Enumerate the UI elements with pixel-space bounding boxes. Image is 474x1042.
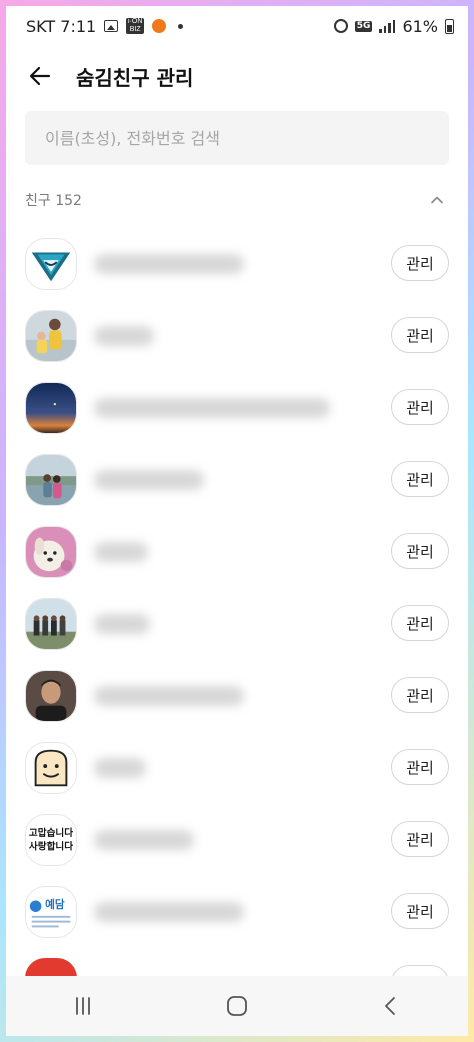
nav-back-icon (385, 997, 395, 1015)
friend-row[interactable]: 관리 (6, 228, 468, 300)
friend-avatar (25, 382, 77, 434)
friend-name-blurred (94, 326, 154, 346)
network-badge: 5G (354, 20, 373, 32)
orange-app-icon (152, 19, 167, 33)
home-icon (227, 996, 247, 1016)
store-logo-avatar: 예담 (26, 887, 76, 937)
friend-row[interactable]: 관리 (6, 732, 468, 804)
back-button[interactable] (10, 46, 70, 106)
notification-dot-icon (178, 23, 184, 29)
battery-icon (445, 18, 454, 34)
family-photo-avatar (26, 311, 76, 361)
triangle-logo-avatar (26, 239, 76, 289)
manage-button[interactable]: 관리 (391, 821, 449, 857)
friend-row[interactable]: 관리 (6, 588, 468, 660)
status-left: SKT 7:11 i·ON BIZ (26, 16, 184, 36)
friends-count-label: 친구 152 (25, 193, 82, 209)
manage-button[interactable]: 관리 (391, 893, 449, 929)
man-portrait-avatar (26, 671, 76, 721)
screen: SKT 7:11 i·ONBIZ 5G 61% 숨김친구 관리 친구 152 (6, 6, 468, 1036)
manage-button[interactable]: 관리 (391, 677, 449, 713)
friend-name-blurred (94, 398, 330, 418)
friend-name-blurred (94, 542, 148, 562)
friend-avatar (25, 742, 77, 794)
home-button[interactable] (207, 981, 267, 1031)
header: 숨김친구 관리 (6, 46, 468, 106)
friend-row[interactable]: 관리 (6, 300, 468, 372)
manage-button[interactable]: 관리 (391, 749, 449, 785)
friend-row[interactable]: 관리 (6, 660, 468, 732)
nav-back-button[interactable] (361, 981, 421, 1031)
friend-name-blurred (94, 758, 146, 778)
friend-avatar (25, 598, 77, 650)
bread-face-avatar (26, 743, 76, 793)
friend-avatar (25, 310, 77, 362)
friend-avatar (25, 238, 77, 290)
calligraphy-line1: 고맙습니다 (29, 827, 73, 839)
signal-icon (379, 19, 396, 33)
recents-button[interactable] (53, 981, 113, 1031)
carrier-time: SKT 7:11 (26, 16, 97, 36)
manage-button[interactable]: 관리 (391, 605, 449, 641)
friend-name-blurred (94, 830, 194, 850)
search-input[interactable] (25, 111, 449, 165)
friend-name-blurred (94, 254, 244, 274)
manage-button[interactable]: 관리 (391, 389, 449, 425)
friend-avatar (25, 670, 77, 722)
status-right: 5G 61% (333, 16, 454, 36)
system-nav-bar (6, 976, 468, 1036)
manage-button[interactable]: 관리 (391, 461, 449, 497)
couple-by-lake-avatar (26, 455, 76, 505)
manage-button[interactable]: 관리 (391, 245, 449, 281)
friends-section-header: 친구 152 (25, 186, 449, 214)
collapse-button[interactable] (425, 188, 449, 212)
battery-percent: 61% (402, 16, 438, 36)
sunset-sky-avatar (26, 383, 76, 433)
status-bar: SKT 7:11 i·ON BIZ 5G 61% (6, 6, 468, 46)
calligraphy-line2: 사랑합니다 (29, 841, 73, 853)
friend-name-blurred (94, 614, 150, 634)
calligraphy-avatar: 고맙습니다 사랑합니다 (26, 815, 76, 865)
dog-photo-avatar (26, 527, 76, 577)
page-title: 숨김친구 관리 (76, 65, 194, 90)
chevron-up-icon (431, 196, 443, 204)
store-logo-text: 예담 (45, 898, 65, 911)
friend-avatar: 고맙습니다 사랑합니다 (25, 814, 77, 866)
news-icon: i·ON BIZ (126, 18, 145, 34)
friend-row[interactable]: 고맙습니다 사랑합니다 관리 (6, 804, 468, 876)
friend-avatar: 예담 (25, 886, 77, 938)
friend-row[interactable]: 예담 관리 (6, 876, 468, 948)
friend-avatar (25, 526, 77, 578)
alarm-icon (333, 19, 348, 33)
manage-button[interactable]: 관리 (391, 533, 449, 569)
friend-row[interactable]: 관리 (6, 372, 468, 444)
friend-row[interactable]: 관리 (6, 444, 468, 516)
friend-avatar (25, 454, 77, 506)
manage-button[interactable]: 관리 (391, 317, 449, 353)
recents-icon (76, 997, 90, 1015)
back-arrow-icon (29, 66, 51, 86)
friend-row[interactable]: 관리 (6, 516, 468, 588)
friend-name-blurred (94, 902, 244, 922)
friend-name-blurred (94, 470, 204, 490)
group-outdoors-avatar (26, 599, 76, 649)
image-icon (104, 20, 119, 32)
friends-list: 관리 관리 관리 관리 관리 관리 관리 관리 고맙습니다 사랑합니다 관리 예… (6, 228, 468, 948)
friend-name-blurred (94, 686, 244, 706)
